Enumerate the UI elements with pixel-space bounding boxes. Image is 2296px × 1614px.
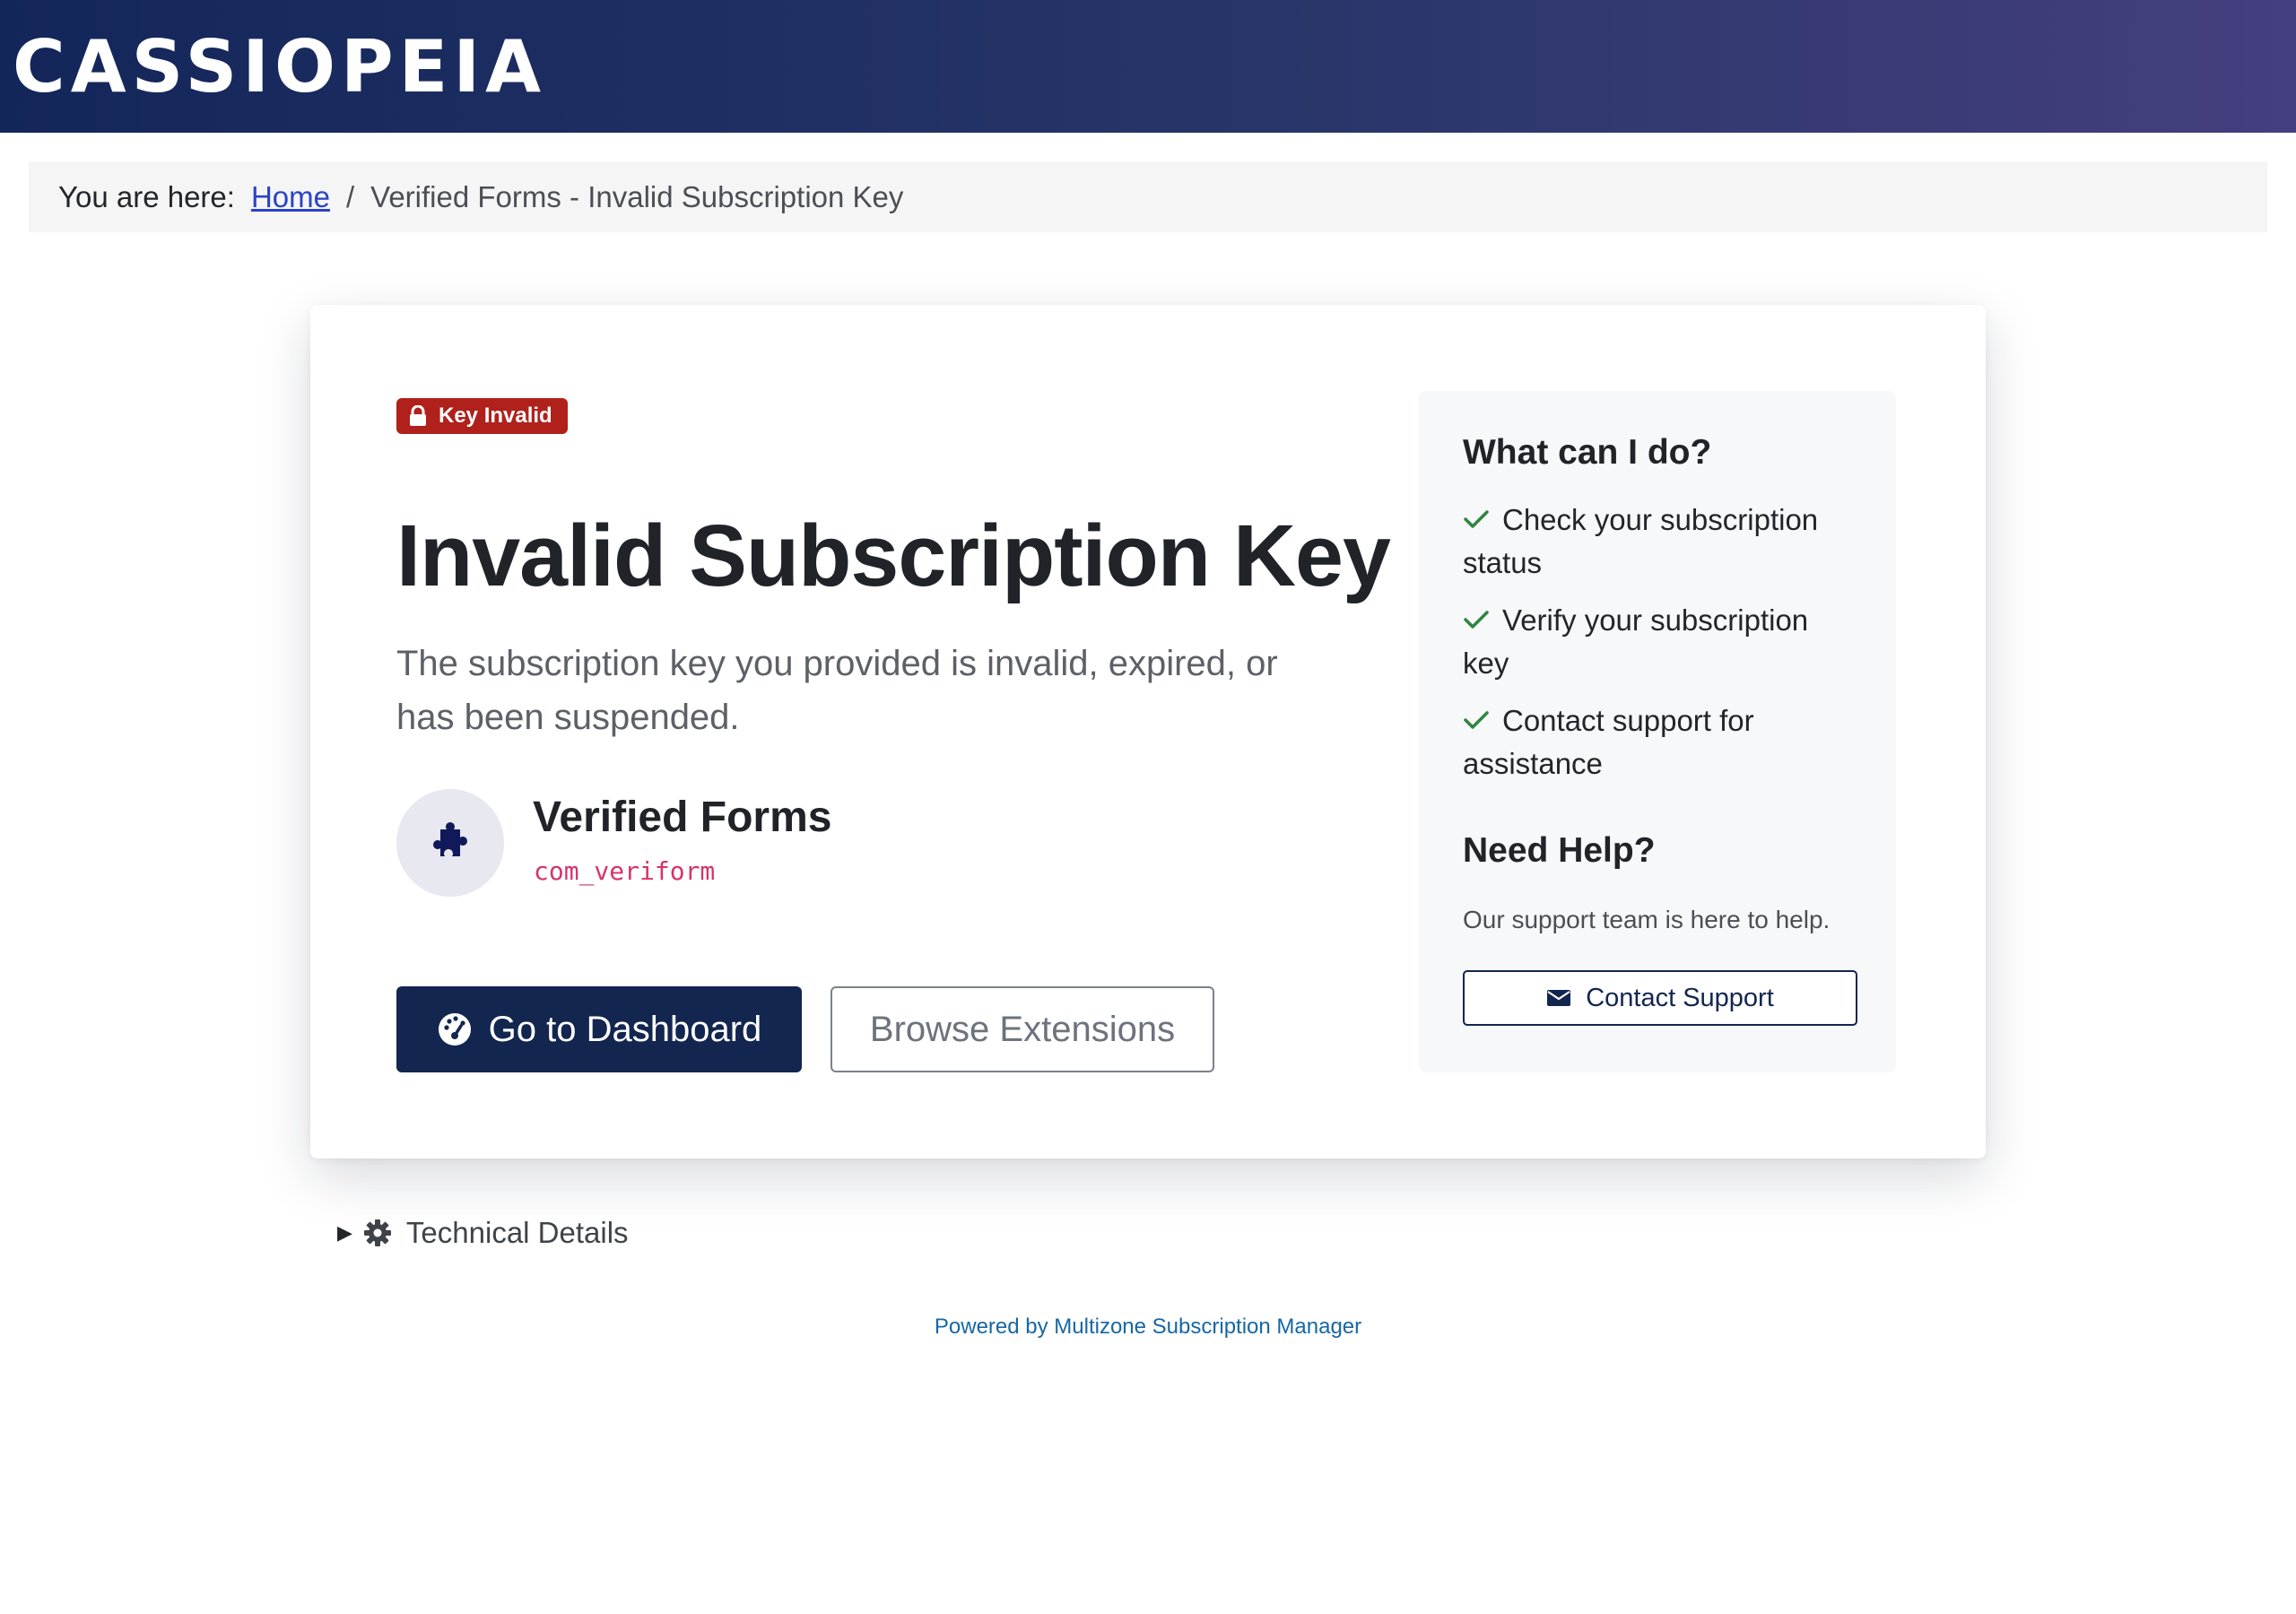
- check-icon: [1463, 499, 1502, 542]
- action-list: Check your subscription status Verify yo…: [1463, 499, 1857, 800]
- check-icon: [1463, 599, 1502, 642]
- footer-powered-by[interactable]: Powered by Multizone Subscription Manage…: [0, 1315, 2296, 1340]
- extension-avatar: [396, 789, 504, 897]
- go-to-dashboard-label: Go to Dashboard: [488, 1009, 762, 1049]
- action-item-label: Check your subscription status: [1463, 503, 1819, 579]
- action-item-label: Verify your subscription key: [1463, 603, 1809, 680]
- action-item-label: Contact support for assistance: [1463, 704, 1754, 780]
- disclosure-triangle-icon: ▶: [337, 1221, 352, 1244]
- sidebar-title: What can I do?: [1463, 433, 1712, 472]
- check-icon: [1463, 699, 1502, 742]
- dashboard-gauge-icon: [438, 1013, 471, 1046]
- status-badge: Key Invalid: [396, 398, 568, 434]
- action-item: Contact support for assistance: [1463, 699, 1857, 785]
- go-to-dashboard-button[interactable]: Go to Dashboard: [396, 986, 802, 1072]
- status-badge-label: Key Invalid: [439, 404, 552, 428]
- action-item: Check your subscription status: [1463, 499, 1857, 585]
- technical-details-toggle[interactable]: ▶ Technical Details: [337, 1216, 629, 1250]
- need-help-title: Need Help?: [1463, 831, 1656, 870]
- error-card: Key Invalid Invalid Subscription Key The…: [310, 305, 1986, 1158]
- puzzle-icon: [433, 822, 467, 856]
- breadcrumb-home-link[interactable]: Home: [251, 180, 330, 214]
- lock-icon: [410, 405, 426, 426]
- gear-icon: [363, 1219, 391, 1246]
- browse-extensions-button[interactable]: Browse Extensions: [831, 986, 1214, 1072]
- breadcrumb-separator: /: [345, 179, 355, 213]
- action-item: Verify your subscription key: [1463, 599, 1857, 685]
- breadcrumb: You are here: Home / Verified Forms - In…: [29, 161, 2267, 232]
- lead-text: The subscription key you provided is inv…: [396, 644, 1278, 737]
- extension-name: Verified Forms: [533, 794, 832, 841]
- breadcrumb-prefix: You are here:: [58, 179, 235, 213]
- help-text: Our support team is here to help.: [1463, 906, 1831, 933]
- contact-support-button[interactable]: Contact Support: [1463, 970, 1857, 1026]
- page-title: Invalid Subscription Key: [396, 507, 1391, 604]
- breadcrumb-current: Verified Forms - Invalid Subscription Ke…: [370, 179, 904, 213]
- site-brand-logo[interactable]: CASSIOPEIA: [13, 27, 546, 108]
- help-sidebar: What can I do? Check your subscription s…: [1419, 391, 1896, 1072]
- envelope-icon: [1547, 990, 1571, 1006]
- site-header: CASSIOPEIA: [0, 0, 2296, 133]
- extension-code: com_veriform: [534, 856, 716, 886]
- contact-support-label: Contact Support: [1586, 983, 1774, 1012]
- technical-details-label: Technical Details: [405, 1216, 629, 1249]
